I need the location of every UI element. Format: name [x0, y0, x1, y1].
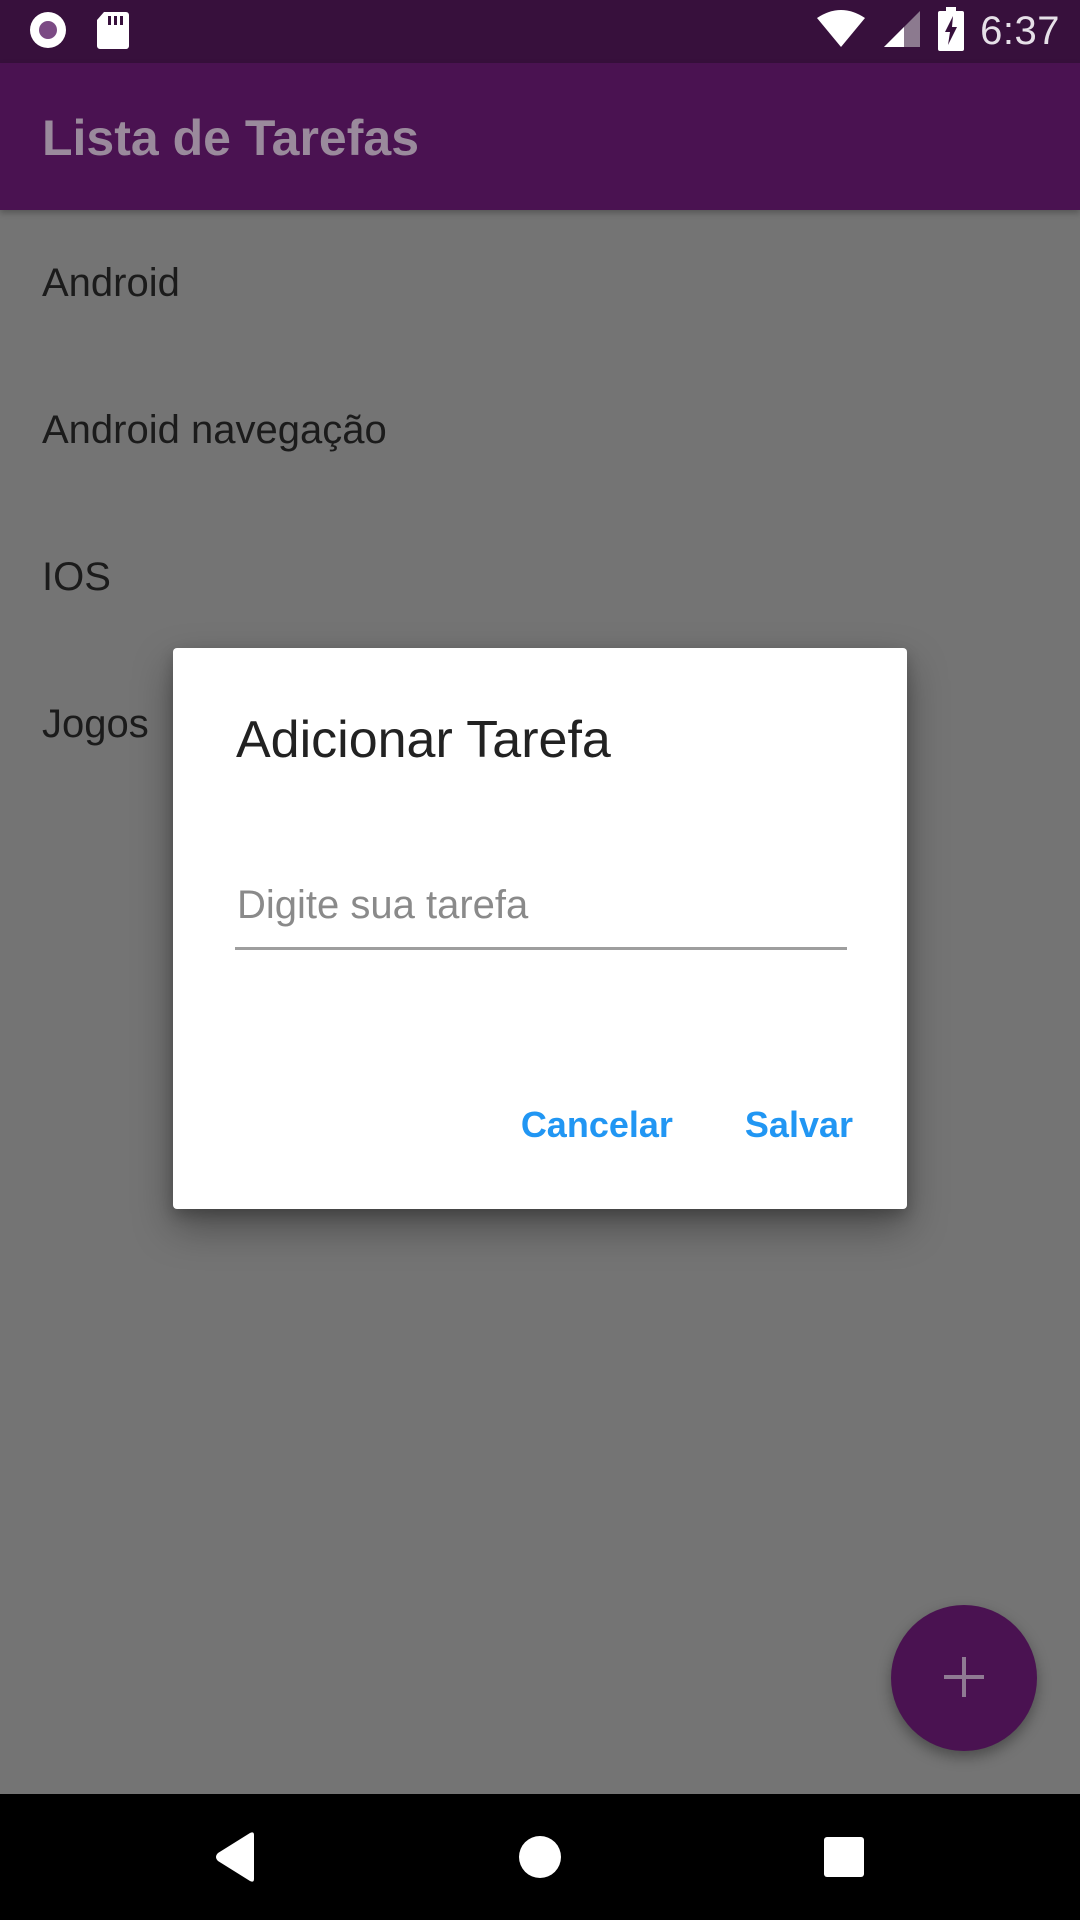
task-list-item[interactable]: Android navegação: [0, 357, 1080, 504]
task-label: Android navegação: [42, 408, 387, 452]
signal-icon: [882, 9, 922, 54]
app-bar: Lista de Tarefas: [0, 63, 1080, 210]
sd-card-icon: [96, 10, 130, 55]
status-bar-system: 6:37: [816, 6, 1060, 56]
add-task-dialog: Adicionar Tarefa Cancelar Salvar: [173, 648, 907, 1209]
recents-icon[interactable]: [809, 1822, 879, 1892]
save-button[interactable]: Salvar: [735, 1098, 863, 1152]
task-label: Android: [42, 261, 180, 305]
app-title: Lista de Tarefas: [42, 110, 420, 166]
status-bar: 6:37: [0, 0, 1080, 63]
task-label: Jogos: [42, 702, 149, 746]
add-task-fab[interactable]: [891, 1605, 1037, 1751]
wifi-icon: [816, 9, 866, 53]
cancel-button[interactable]: Cancelar: [511, 1098, 683, 1152]
home-icon[interactable]: [505, 1822, 575, 1892]
dialog-actions: Cancelar Salvar: [511, 1098, 863, 1152]
task-label: IOS: [42, 555, 111, 599]
status-bar-notifications: [28, 10, 130, 55]
status-time: 6:37: [980, 8, 1060, 53]
task-list-item[interactable]: Android: [0, 210, 1080, 357]
task-list-item[interactable]: IOS: [0, 504, 1080, 651]
battery-charging-icon: [938, 6, 965, 56]
dialog-title: Adicionar Tarefa: [236, 711, 611, 769]
back-icon[interactable]: [200, 1822, 270, 1892]
navigation-bar: [0, 1794, 1080, 1920]
task-input[interactable]: [235, 863, 847, 950]
plus-icon: [942, 1655, 986, 1702]
record-icon: [28, 10, 68, 55]
